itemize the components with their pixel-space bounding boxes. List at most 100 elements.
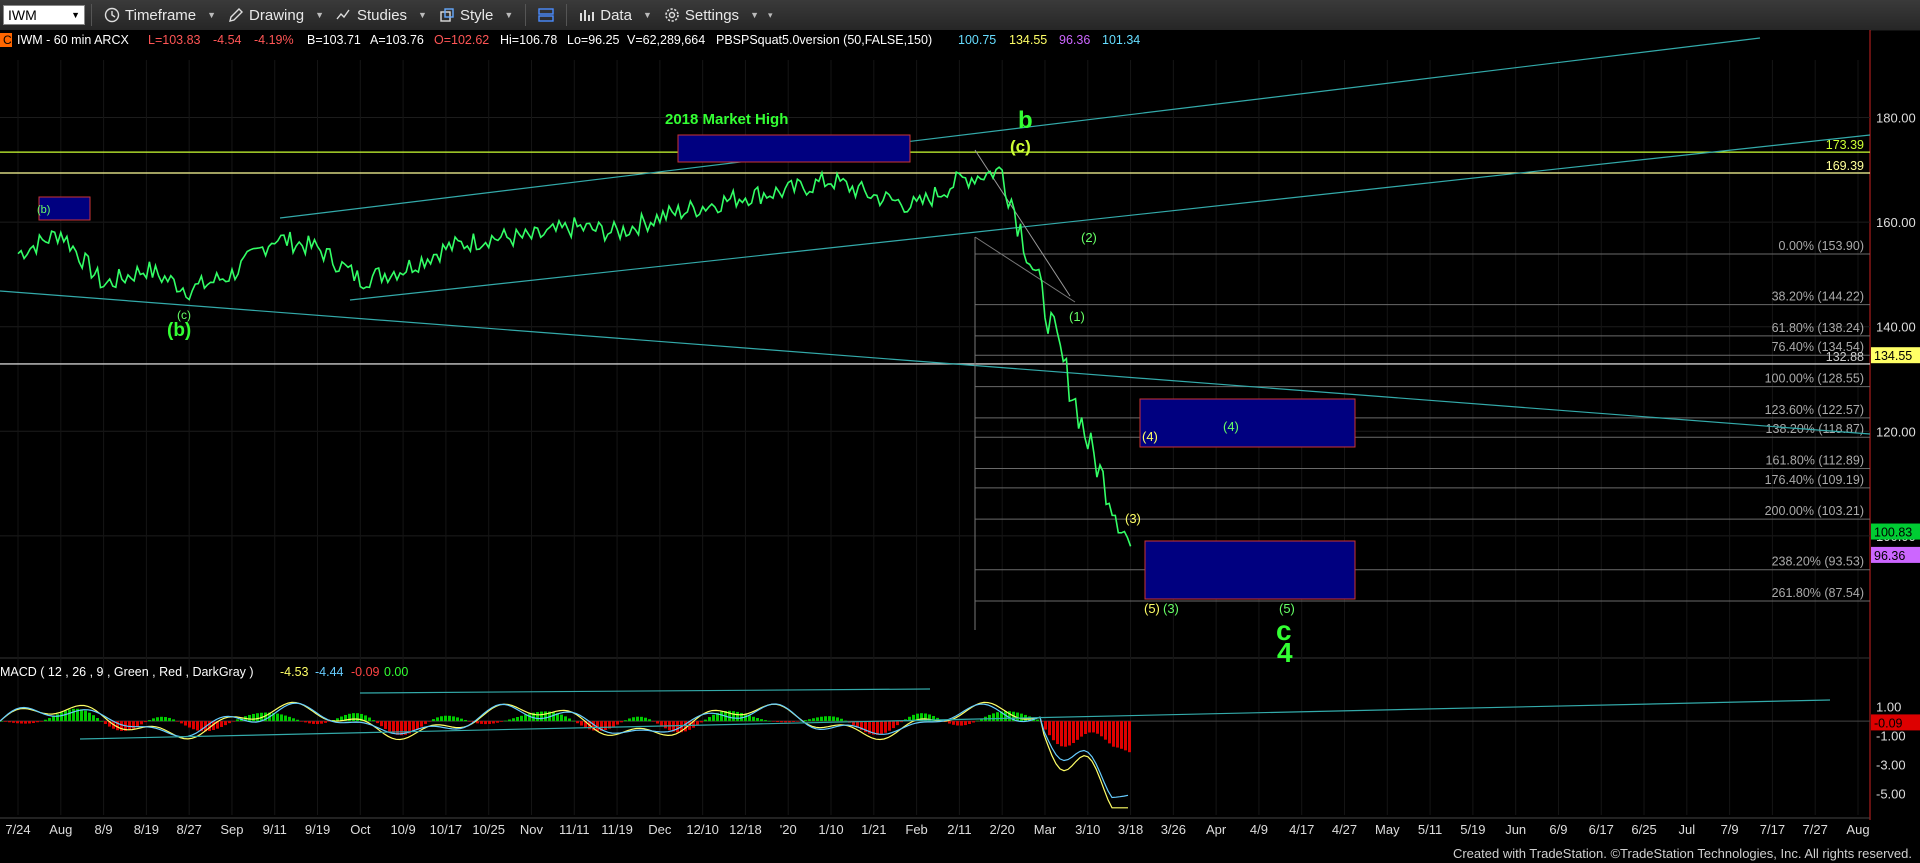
time-tick-label: 1/10 bbox=[818, 822, 843, 837]
macd-histogram-bar bbox=[380, 721, 383, 727]
annotation-b-large: (b) bbox=[167, 320, 191, 341]
macd-histogram-bar bbox=[544, 711, 547, 722]
macd-v3: -0.09 bbox=[351, 665, 380, 679]
macd-histogram-bar bbox=[84, 710, 87, 722]
time-tick-label: 9/19 bbox=[305, 822, 330, 837]
overflow-chevron-icon[interactable]: ▾ bbox=[768, 10, 773, 21]
macd-histogram-bar bbox=[720, 711, 723, 722]
header-v1: 100.75 bbox=[958, 33, 996, 47]
macd-histogram-bar bbox=[652, 721, 655, 722]
clock-icon bbox=[104, 7, 120, 23]
macd-histogram-bar bbox=[748, 715, 751, 722]
annotation-wave-3-green: (3) bbox=[1163, 601, 1179, 616]
symbol-dropdown-icon[interactable]: ▼ bbox=[71, 10, 80, 20]
macd-histogram-bar bbox=[88, 712, 91, 722]
toolbar: IWM ▼ Timeframe ▼ Drawing ▼ Studies ▼ Style… bbox=[0, 0, 1920, 31]
macd-histogram-bar bbox=[1116, 721, 1119, 748]
macd-histogram-bar bbox=[1048, 721, 1051, 736]
macd-histogram-bar bbox=[704, 719, 707, 722]
price-badge-label: 96.36 bbox=[1874, 549, 1905, 563]
data-menu[interactable]: Data ▼ bbox=[573, 2, 658, 28]
macd-histogram-bar bbox=[568, 718, 571, 722]
macd-histogram-bar bbox=[428, 721, 431, 722]
price-badges: 134.55 100.83 96.36 bbox=[1871, 347, 1920, 563]
annotation-wave-1: (1) bbox=[1069, 309, 1085, 324]
studies-menu[interactable]: Studies ▼ bbox=[330, 2, 433, 28]
macd-histogram-bar bbox=[764, 720, 767, 722]
time-tick-label: 3/18 bbox=[1118, 822, 1143, 837]
macd-histogram-bar bbox=[1052, 721, 1055, 741]
layout-button[interactable] bbox=[532, 2, 560, 28]
macd-histogram-bar bbox=[376, 721, 379, 724]
macd-histogram-bar bbox=[960, 721, 963, 726]
macd-histogram-bar bbox=[1092, 721, 1095, 733]
macd-histogram-bar bbox=[1128, 721, 1131, 753]
macd-histogram-bar bbox=[616, 721, 619, 725]
macd-histogram-bar bbox=[80, 709, 83, 722]
toolbar-separator bbox=[566, 4, 568, 26]
macd-label: MACD ( 12 , 26 , 9 , Green , Red , DarkG… bbox=[0, 665, 254, 679]
macd-histogram-bar bbox=[676, 721, 679, 733]
macd-histogram-bar bbox=[832, 716, 835, 722]
time-tick-label: 1/21 bbox=[861, 822, 886, 837]
time-tick-label: 3/10 bbox=[1075, 822, 1100, 837]
settings-menu[interactable]: Settings ▼ ▾ bbox=[658, 2, 779, 28]
time-tick-label: 6/17 bbox=[1589, 822, 1614, 837]
macd-histogram-bar bbox=[468, 721, 471, 722]
macd-histogram-bar bbox=[396, 721, 399, 735]
drawing-menu[interactable]: Drawing ▼ bbox=[222, 2, 330, 28]
macd-histogram-bar bbox=[276, 713, 279, 722]
macd-histogram-bar bbox=[480, 721, 483, 724]
macd-histogram-bar bbox=[576, 721, 579, 724]
macd-histogram-bar bbox=[796, 721, 799, 722]
chevron-down-icon: ▼ bbox=[418, 10, 427, 20]
macd-histogram-bar bbox=[96, 718, 99, 722]
fib-level-label: 238.20% (93.53) bbox=[1772, 555, 1864, 569]
macd-histogram-bar bbox=[988, 714, 991, 722]
settings-label: Settings bbox=[684, 6, 740, 24]
macd-histogram-bar bbox=[432, 719, 435, 722]
macd-v1: -4.53 bbox=[280, 665, 309, 679]
time-tick-label: 10/17 bbox=[430, 822, 463, 837]
macd-histogram-bar bbox=[952, 721, 955, 725]
price-tick-label: 180.00 bbox=[1876, 111, 1916, 126]
style-menu[interactable]: Style ▼ bbox=[433, 2, 519, 28]
annotation-wave-4-green: (4) bbox=[1223, 419, 1239, 434]
macd-histogram-bar bbox=[308, 721, 311, 724]
studies-label: Studies bbox=[357, 6, 408, 24]
pencil-icon bbox=[229, 8, 244, 22]
time-tick-label: 7/9 bbox=[1721, 822, 1739, 837]
macd-histogram-bar bbox=[160, 716, 163, 722]
price-tick-label: 160.00 bbox=[1876, 215, 1916, 230]
macd-histogram-bar bbox=[620, 721, 623, 723]
macd-histogram-bar bbox=[456, 717, 459, 722]
macd-histogram-bar bbox=[28, 721, 31, 724]
macd-histogram-bar bbox=[316, 721, 319, 725]
macd-histogram-bar bbox=[804, 720, 807, 722]
macd-histogram-bar bbox=[16, 721, 19, 724]
time-tick-label: 11/19 bbox=[601, 822, 633, 837]
macd-histogram-bar bbox=[416, 721, 419, 730]
macd-histogram-bar bbox=[248, 714, 251, 722]
timeframe-menu[interactable]: Timeframe ▼ bbox=[98, 2, 222, 28]
chart-header: C IWM - 60 min ARCX L=103.83 -4.54 -4.19… bbox=[0, 33, 1140, 47]
macd-histogram-bar bbox=[892, 721, 895, 729]
chart-canvas[interactable]: C IWM - 60 min ARCX L=103.83 -4.54 -4.19… bbox=[0, 30, 1920, 863]
studies-icon bbox=[336, 9, 350, 20]
time-tick-label: 2/11 bbox=[947, 822, 971, 837]
symbol-input[interactable]: IWM ▼ bbox=[3, 5, 85, 25]
annotation-wave-5-yellow: (5) bbox=[1144, 601, 1160, 616]
annotation-b-small: (b) bbox=[37, 204, 50, 216]
macd-histogram-bar bbox=[1120, 721, 1123, 749]
header-study: PBSPSquat5.0version (50,FALSE,150) bbox=[716, 33, 932, 47]
box-wave-4 bbox=[1139, 398, 1356, 448]
fib-level-label: 0.00% (153.90) bbox=[1779, 239, 1864, 253]
macd-histogram-bar bbox=[788, 721, 791, 723]
time-tick-label: 8/27 bbox=[177, 822, 202, 837]
macd-histogram-bar bbox=[656, 721, 659, 724]
macd-tick-label: 1.00 bbox=[1876, 700, 1901, 715]
macd-histogram-bar bbox=[148, 720, 151, 722]
macd-histogram-bar bbox=[176, 721, 179, 722]
fib-level-label: 38.20% (144.22) bbox=[1772, 290, 1864, 304]
macd-histogram-bar bbox=[792, 721, 795, 722]
